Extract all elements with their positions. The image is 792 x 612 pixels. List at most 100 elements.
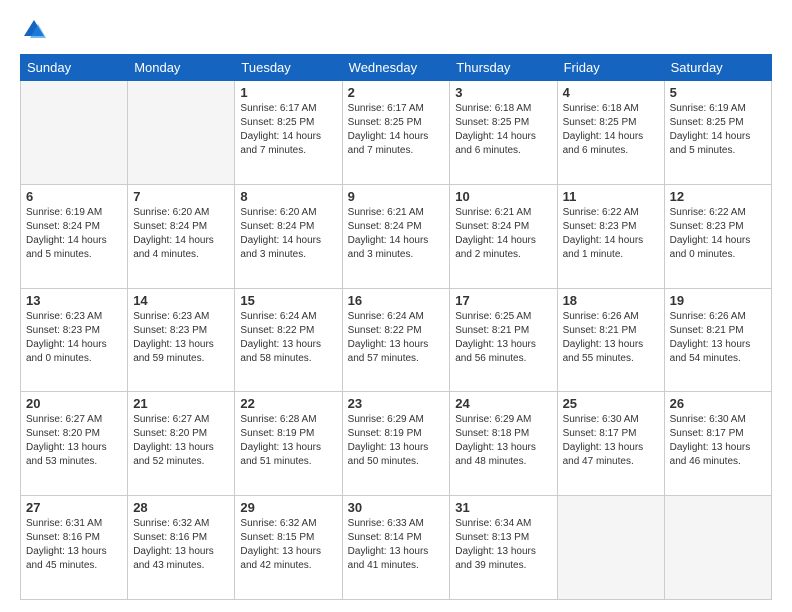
calendar-cell: 14 Sunrise: 6:23 AM Sunset: 8:23 PM Dayli… xyxy=(128,288,235,392)
day-info: Sunrise: 6:29 AM Sunset: 8:18 PM Dayligh… xyxy=(455,413,551,469)
day-info: Sunrise: 6:22 AM Sunset: 8:23 PM Dayligh… xyxy=(563,206,659,262)
calendar-cell xyxy=(21,81,128,185)
day-info: Sunrise: 6:18 AM Sunset: 8:25 PM Dayligh… xyxy=(455,102,551,158)
day-number: 1 xyxy=(240,85,336,100)
calendar-cell: 3 Sunrise: 6:18 AM Sunset: 8:25 PM Daylig… xyxy=(450,81,557,185)
calendar-cell: 4Sunrise: 6:18 AM Sunset: 8:25 PM Daylig… xyxy=(557,81,664,185)
calendar-cell: 23 Sunrise: 6:29 AM Sunset: 8:19 PM Dayli… xyxy=(342,392,450,496)
day-info: Sunrise: 6:33 AM Sunset: 8:14 PM Dayligh… xyxy=(348,517,445,573)
calendar-cell: 9 Sunrise: 6:21 AM Sunset: 8:24 PM Daylig… xyxy=(342,184,450,288)
day-info: Sunrise: 6:22 AM Sunset: 8:23 PM Dayligh… xyxy=(670,206,766,262)
day-number: 8 xyxy=(240,189,336,204)
days-of-week-row: SundayMondayTuesdayWednesdayThursdayFrid… xyxy=(21,55,772,81)
day-number: 19 xyxy=(670,293,766,308)
day-info: Sunrise: 6:32 AM Sunset: 8:15 PM Dayligh… xyxy=(240,517,336,573)
calendar-cell: 20 Sunrise: 6:27 AM Sunset: 8:20 PM Dayli… xyxy=(21,392,128,496)
day-number: 16 xyxy=(348,293,445,308)
day-number: 30 xyxy=(348,500,445,515)
day-info: Sunrise: 6:27 AM Sunset: 8:20 PM Dayligh… xyxy=(133,413,229,469)
logo-icon xyxy=(20,16,48,44)
day-number: 21 xyxy=(133,396,229,411)
calendar-table: SundayMondayTuesdayWednesdayThursdayFrid… xyxy=(20,54,772,600)
week-row-0: 1 Sunrise: 6:17 AM Sunset: 8:25 PM Daylig… xyxy=(21,81,772,185)
calendar-cell xyxy=(557,496,664,600)
dow-header-tuesday: Tuesday xyxy=(235,55,342,81)
calendar-cell: 29 Sunrise: 6:32 AM Sunset: 8:15 PM Dayli… xyxy=(235,496,342,600)
calendar-cell: 31Sunrise: 6:34 AM Sunset: 8:13 PM Dayli… xyxy=(450,496,557,600)
calendar-cell: 6 Sunrise: 6:19 AM Sunset: 8:24 PM Daylig… xyxy=(21,184,128,288)
calendar-cell: 11 Sunrise: 6:22 AM Sunset: 8:23 PM Dayli… xyxy=(557,184,664,288)
dow-header-saturday: Saturday xyxy=(664,55,771,81)
day-number: 3 xyxy=(455,85,551,100)
day-info: Sunrise: 6:23 AM Sunset: 8:23 PM Dayligh… xyxy=(26,310,122,366)
day-info: Sunrise: 6:32 AM Sunset: 8:16 PM Dayligh… xyxy=(133,517,229,573)
logo xyxy=(20,16,52,44)
calendar-cell: 19 Sunrise: 6:26 AM Sunset: 8:21 PM Dayli… xyxy=(664,288,771,392)
day-number: 25 xyxy=(563,396,659,411)
day-info: Sunrise: 6:25 AM Sunset: 8:21 PM Dayligh… xyxy=(455,310,551,366)
day-number: 4 xyxy=(563,85,659,100)
day-info: Sunrise: 6:23 AM Sunset: 8:23 PM Dayligh… xyxy=(133,310,229,366)
day-number: 13 xyxy=(26,293,122,308)
calendar-cell: 17 Sunrise: 6:25 AM Sunset: 8:21 PM Dayli… xyxy=(450,288,557,392)
dow-header-wednesday: Wednesday xyxy=(342,55,450,81)
day-info: Sunrise: 6:26 AM Sunset: 8:21 PM Dayligh… xyxy=(563,310,659,366)
day-info: Sunrise: 6:30 AM Sunset: 8:17 PM Dayligh… xyxy=(563,413,659,469)
day-number: 29 xyxy=(240,500,336,515)
day-info: Sunrise: 6:26 AM Sunset: 8:21 PM Dayligh… xyxy=(670,310,766,366)
calendar-cell: 8 Sunrise: 6:20 AM Sunset: 8:24 PM Daylig… xyxy=(235,184,342,288)
day-info: Sunrise: 6:17 AM Sunset: 8:25 PM Dayligh… xyxy=(240,102,336,158)
calendar-cell: 1 Sunrise: 6:17 AM Sunset: 8:25 PM Daylig… xyxy=(235,81,342,185)
day-number: 12 xyxy=(670,189,766,204)
week-row-1: 6 Sunrise: 6:19 AM Sunset: 8:24 PM Daylig… xyxy=(21,184,772,288)
calendar-cell: 30 Sunrise: 6:33 AM Sunset: 8:14 PM Dayli… xyxy=(342,496,450,600)
day-number: 14 xyxy=(133,293,229,308)
calendar-cell: 24 Sunrise: 6:29 AM Sunset: 8:18 PM Dayli… xyxy=(450,392,557,496)
day-number: 24 xyxy=(455,396,551,411)
day-info: Sunrise: 6:20 AM Sunset: 8:24 PM Dayligh… xyxy=(240,206,336,262)
day-info: Sunrise: 6:19 AM Sunset: 8:24 PM Dayligh… xyxy=(26,206,122,262)
day-number: 23 xyxy=(348,396,445,411)
week-row-4: 27 Sunrise: 6:31 AM Sunset: 8:16 PM Dayli… xyxy=(21,496,772,600)
day-info: Sunrise: 6:21 AM Sunset: 8:24 PM Dayligh… xyxy=(455,206,551,262)
day-number: 15 xyxy=(240,293,336,308)
calendar-cell: 13 Sunrise: 6:23 AM Sunset: 8:23 PM Dayli… xyxy=(21,288,128,392)
day-number: 27 xyxy=(26,500,122,515)
day-number: 9 xyxy=(348,189,445,204)
calendar-body: 1 Sunrise: 6:17 AM Sunset: 8:25 PM Daylig… xyxy=(21,81,772,600)
day-info: Sunrise: 6:28 AM Sunset: 8:19 PM Dayligh… xyxy=(240,413,336,469)
calendar-cell: 27 Sunrise: 6:31 AM Sunset: 8:16 PM Dayli… xyxy=(21,496,128,600)
day-info: Sunrise: 6:20 AM Sunset: 8:24 PM Dayligh… xyxy=(133,206,229,262)
day-info: Sunrise: 6:19 AM Sunset: 8:25 PM Dayligh… xyxy=(670,102,766,158)
calendar-cell: 5 Sunrise: 6:19 AM Sunset: 8:25 PM Daylig… xyxy=(664,81,771,185)
day-number: 6 xyxy=(26,189,122,204)
day-info: Sunrise: 6:24 AM Sunset: 8:22 PM Dayligh… xyxy=(240,310,336,366)
day-number: 18 xyxy=(563,293,659,308)
header xyxy=(20,16,772,44)
calendar-cell: 16 Sunrise: 6:24 AM Sunset: 8:22 PM Dayli… xyxy=(342,288,450,392)
calendar-cell: 26Sunrise: 6:30 AM Sunset: 8:17 PM Dayli… xyxy=(664,392,771,496)
day-number: 17 xyxy=(455,293,551,308)
day-number: 28 xyxy=(133,500,229,515)
day-number: 31 xyxy=(455,500,551,515)
calendar-cell: 2Sunrise: 6:17 AM Sunset: 8:25 PM Daylig… xyxy=(342,81,450,185)
day-info: Sunrise: 6:21 AM Sunset: 8:24 PM Dayligh… xyxy=(348,206,445,262)
week-row-2: 13 Sunrise: 6:23 AM Sunset: 8:23 PM Dayli… xyxy=(21,288,772,392)
day-info: Sunrise: 6:29 AM Sunset: 8:19 PM Dayligh… xyxy=(348,413,445,469)
day-number: 22 xyxy=(240,396,336,411)
calendar-cell: 21 Sunrise: 6:27 AM Sunset: 8:20 PM Dayli… xyxy=(128,392,235,496)
day-number: 20 xyxy=(26,396,122,411)
week-row-3: 20 Sunrise: 6:27 AM Sunset: 8:20 PM Dayli… xyxy=(21,392,772,496)
calendar-cell xyxy=(128,81,235,185)
day-number: 5 xyxy=(670,85,766,100)
day-number: 10 xyxy=(455,189,551,204)
day-info: Sunrise: 6:31 AM Sunset: 8:16 PM Dayligh… xyxy=(26,517,122,573)
day-number: 7 xyxy=(133,189,229,204)
calendar-cell xyxy=(664,496,771,600)
calendar-cell: 10 Sunrise: 6:21 AM Sunset: 8:24 PM Dayli… xyxy=(450,184,557,288)
day-info: Sunrise: 6:24 AM Sunset: 8:22 PM Dayligh… xyxy=(348,310,445,366)
day-info: Sunrise: 6:27 AM Sunset: 8:20 PM Dayligh… xyxy=(26,413,122,469)
day-number: 11 xyxy=(563,189,659,204)
dow-header-sunday: Sunday xyxy=(21,55,128,81)
dow-header-monday: Monday xyxy=(128,55,235,81)
